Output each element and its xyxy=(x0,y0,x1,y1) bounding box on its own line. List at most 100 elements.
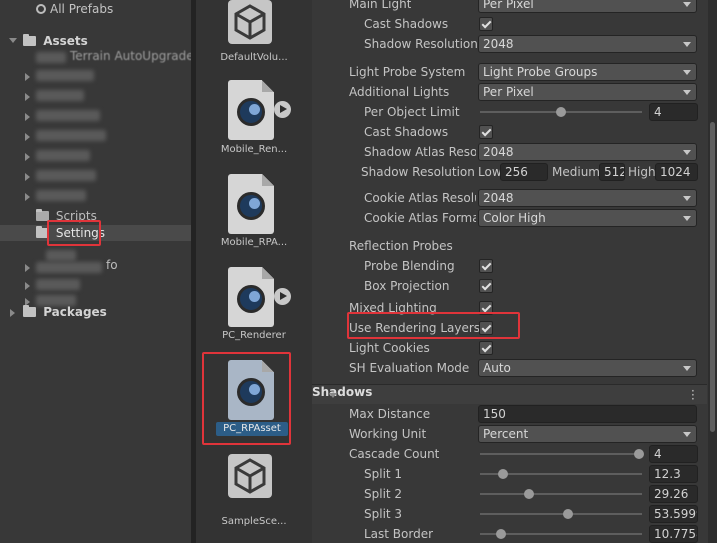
cast-shadows-checkbox[interactable] xyxy=(479,17,493,31)
asset-label: SampleSce... xyxy=(221,516,287,527)
cast-shadows-checkbox[interactable] xyxy=(479,125,493,139)
sh-evaluation-mode-dropdown[interactable]: Auto xyxy=(478,359,697,377)
expand-icon[interactable] xyxy=(25,282,30,290)
tier-high-label: High xyxy=(628,165,656,179)
split2-label: Split 2 xyxy=(364,487,403,501)
working-unit-label: Working Unit xyxy=(349,427,427,441)
last-border-label: Last Border xyxy=(364,527,434,541)
last-border-field[interactable]: 10.7758 xyxy=(649,525,698,543)
per-object-limit-slider-handle[interactable] xyxy=(556,107,566,117)
shadow-resolution-label: Shadow Resolution xyxy=(364,37,478,51)
split2-slider-track[interactable] xyxy=(480,493,642,495)
shadows-section-header[interactable]: Shadows · · · xyxy=(312,384,707,405)
rp-asset-icon xyxy=(228,174,274,234)
main-light-dropdown[interactable]: Per Pixel xyxy=(478,0,697,13)
main-light-label: Main Light xyxy=(349,0,412,11)
scripts-folder-row[interactable]: Scripts xyxy=(36,207,97,225)
chevron-down-icon xyxy=(683,90,691,95)
split3-slider-track[interactable] xyxy=(480,513,642,515)
shadow-atlas-resolution-row: Shadow Atlas Resol 2048 xyxy=(312,142,707,162)
asset-item[interactable]: Mobile_Ren... xyxy=(196,80,312,160)
cascade-count-slider-track[interactable] xyxy=(480,453,642,455)
working-unit-row: Working Unit Percent xyxy=(312,424,707,444)
tier-low-field[interactable]: 256 xyxy=(500,163,548,181)
light-probe-system-row: Light Probe System Light Probe Groups xyxy=(312,62,707,82)
expand-icon[interactable] xyxy=(25,93,30,101)
tier-high-field[interactable]: 1024 xyxy=(655,163,698,181)
last-border-row: Last Border 10.7758 xyxy=(312,524,707,543)
split3-field[interactable]: 53.5999 xyxy=(649,505,698,523)
expand-icon[interactable] xyxy=(25,153,30,161)
split2-slider-handle[interactable] xyxy=(524,489,534,499)
asset-item-selected[interactable]: PC_RPAsset xyxy=(196,358,312,440)
working-unit-dropdown[interactable]: Percent xyxy=(478,425,697,443)
expand-icon[interactable] xyxy=(25,193,30,201)
per-object-limit-field[interactable]: 4 xyxy=(649,103,698,121)
light-probe-system-value: Light Probe Groups xyxy=(483,65,598,79)
sh-evaluation-mode-label: SH Evaluation Mode xyxy=(349,361,470,375)
max-distance-field[interactable]: 150 xyxy=(478,405,697,423)
expand-icon[interactable] xyxy=(25,133,30,141)
per-object-limit-label: Per Object Limit xyxy=(364,105,460,119)
chevron-down-icon xyxy=(683,216,691,221)
asset-item[interactable]: SampleSce... xyxy=(196,454,312,534)
shadow-resolution-dropdown[interactable]: 2048 xyxy=(478,35,697,53)
more-options-icon[interactable]: · · · xyxy=(691,385,695,405)
cascade-count-slider-handle[interactable] xyxy=(634,449,644,459)
tier-medium-field[interactable]: 512 xyxy=(599,163,625,181)
inspector-scrollbar-thumb[interactable] xyxy=(710,122,715,432)
cast-shadows-row: Cast Shadows xyxy=(312,14,707,34)
asset-label: PC_RPAsset xyxy=(216,422,288,436)
split3-slider-handle[interactable] xyxy=(563,509,573,519)
expand-assets-icon[interactable] xyxy=(9,38,17,43)
cascade-count-field[interactable]: 4 xyxy=(649,445,698,463)
probe-blending-checkbox[interactable] xyxy=(479,259,493,273)
asset-item[interactable]: DefaultVolu... xyxy=(196,0,312,70)
all-prefabs-row[interactable]: All Prefabs xyxy=(36,0,113,18)
main-light-row: Main Light Per Pixel xyxy=(312,0,707,14)
cookie-atlas-resolution-value: 2048 xyxy=(483,191,514,205)
tree-item-partial[interactable]: Terrain AutoUpgrade xyxy=(70,47,191,65)
light-probe-system-dropdown[interactable]: Light Probe Groups xyxy=(478,63,697,81)
light-cookies-checkbox[interactable] xyxy=(479,341,493,355)
cookie-atlas-resolution-row: Cookie Atlas Resolu 2048 xyxy=(312,188,707,208)
expand-icon[interactable] xyxy=(25,73,30,81)
expand-icon[interactable] xyxy=(25,264,30,272)
collapse-icon[interactable] xyxy=(329,393,337,398)
cookie-atlas-resolution-dropdown[interactable]: 2048 xyxy=(478,189,697,207)
split1-slider-handle[interactable] xyxy=(498,469,508,479)
packages-folder-row[interactable]: Packages xyxy=(23,303,107,321)
mixed-lighting-checkbox[interactable] xyxy=(479,301,493,315)
mixed-lighting-row: Mixed Lighting xyxy=(312,298,707,318)
chevron-down-icon xyxy=(683,2,691,7)
play-icon[interactable] xyxy=(274,101,291,118)
reflection-probes-label: Reflection Probes xyxy=(349,239,453,253)
additional-lights-dropdown[interactable]: Per Pixel xyxy=(478,83,697,101)
play-icon[interactable] xyxy=(274,288,291,305)
settings-folder-row[interactable]: Settings xyxy=(36,224,105,242)
shadow-resolution-tiers-row: Shadow Resolution Ti Low 256 Medium 512 … xyxy=(312,162,707,182)
split1-field[interactable]: 12.3 xyxy=(649,465,698,483)
folder-icon xyxy=(23,34,36,46)
asset-item[interactable]: PC_Renderer xyxy=(196,267,312,347)
asset-item[interactable]: Mobile_RPA... xyxy=(196,174,312,254)
split2-field[interactable]: 29.26 xyxy=(649,485,698,503)
expand-icon[interactable] xyxy=(25,113,30,121)
working-unit-value: Percent xyxy=(483,427,529,441)
split1-label: Split 1 xyxy=(364,467,403,481)
box-projection-checkbox[interactable] xyxy=(479,279,493,293)
packages-label: Packages xyxy=(43,305,107,319)
use-rendering-layers-checkbox[interactable] xyxy=(479,321,493,335)
shadow-resolution-tiers-label: Shadow Resolution Ti xyxy=(361,165,475,179)
assets-label: Assets xyxy=(43,34,88,48)
tree-item-partial-fo[interactable]: fo xyxy=(106,256,118,274)
last-border-slider-handle[interactable] xyxy=(496,529,506,539)
asset-label: Mobile_Ren... xyxy=(220,144,288,155)
split3-row: Split 3 53.5999 xyxy=(312,504,707,524)
shadow-atlas-resolution-dropdown[interactable]: 2048 xyxy=(478,143,697,161)
expand-icon[interactable] xyxy=(25,173,30,181)
cookie-atlas-format-dropdown[interactable]: Color High xyxy=(478,209,697,227)
asset-label: PC_Renderer xyxy=(222,330,286,341)
inspector-panel: Main Light Per Pixel Cast Shadows Shadow… xyxy=(312,0,717,543)
expand-packages-icon[interactable] xyxy=(10,309,15,317)
